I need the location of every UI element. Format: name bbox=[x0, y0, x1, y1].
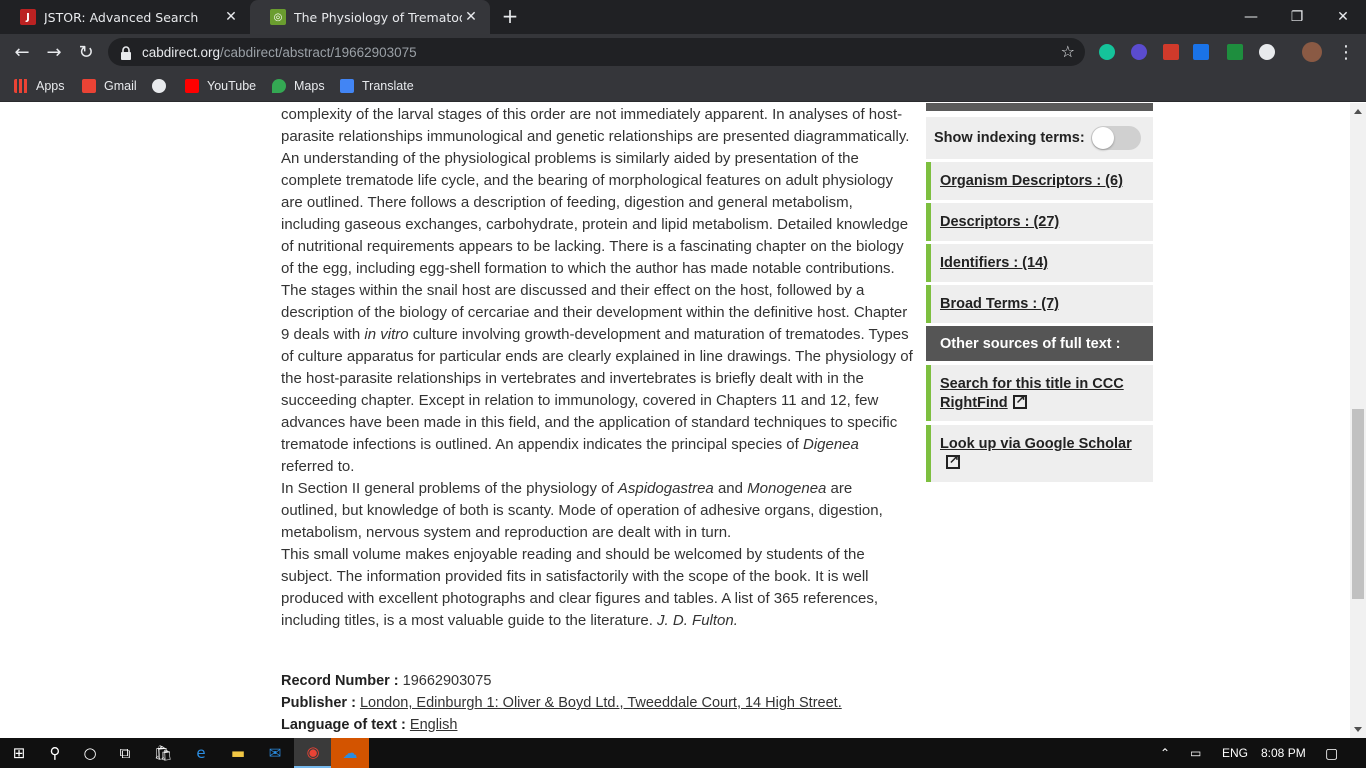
jstor-favicon-icon: J bbox=[20, 9, 36, 25]
record-number: Record Number : 19662903075 bbox=[281, 673, 492, 689]
bookmark-apps[interactable]: Apps bbox=[14, 76, 65, 96]
google-scholar-link[interactable]: Look up via Google Scholar bbox=[926, 425, 1153, 482]
profile-avatar[interactable] bbox=[1302, 42, 1322, 62]
page-scrollbar[interactable] bbox=[1350, 103, 1366, 738]
lock-icon bbox=[120, 45, 132, 60]
indexing-toggle[interactable] bbox=[1091, 126, 1141, 150]
file-explorer-icon[interactable]: ▬ bbox=[219, 738, 257, 768]
classroom-extension-icon[interactable] bbox=[1227, 44, 1243, 60]
facet-identifiers[interactable]: Identifiers : (14) bbox=[926, 244, 1153, 282]
start-icon[interactable]: ⊞ bbox=[0, 738, 38, 768]
record-metadata: Record Number : 19662903075 Publisher : … bbox=[281, 670, 913, 736]
show-indexing-terms: Show indexing terms: bbox=[926, 117, 1153, 159]
search-icon[interactable]: ⚲ bbox=[36, 738, 74, 768]
back-icon[interactable]: ← bbox=[8, 38, 36, 66]
bookmark-translate[interactable]: Translate bbox=[340, 76, 414, 96]
extension-icon[interactable] bbox=[1131, 44, 1147, 60]
windows-taskbar: ⊞ ⚲ ○ ⧉ 🛍 e ▬ ✉ ◉ ☁ ⌃ ▭ ENG 8:08 PM ▢ bbox=[0, 738, 1366, 768]
gmail-icon bbox=[82, 79, 96, 93]
reload-icon[interactable]: ↻ bbox=[72, 38, 100, 66]
restore-icon[interactable]: ❐ bbox=[1274, 0, 1320, 34]
language-indicator[interactable]: ENG bbox=[1222, 738, 1248, 768]
maps-pin-icon bbox=[272, 79, 286, 93]
onedrive-icon[interactable]: ☁ bbox=[331, 738, 369, 768]
close-tab-icon[interactable]: ✕ bbox=[222, 9, 240, 25]
scroll-up-icon[interactable] bbox=[1354, 109, 1362, 114]
publisher-link[interactable]: London, Edinburgh 1: Oliver & Boyd Ltd.,… bbox=[360, 695, 842, 711]
address-bar[interactable]: cabdirect.org/cabdirect/abstract/1966290… bbox=[108, 38, 1085, 66]
language-link[interactable]: English bbox=[410, 717, 458, 733]
cortana-icon[interactable]: ○ bbox=[71, 738, 109, 768]
external-link-icon bbox=[1012, 390, 1027, 409]
menu-icon[interactable]: ⋮ bbox=[1332, 38, 1360, 66]
bookmark-extension-icon[interactable] bbox=[1163, 44, 1179, 60]
abstract-paragraph: This small volume makes enjoyable readin… bbox=[281, 546, 879, 629]
cab-favicon-icon: ◎ bbox=[270, 9, 286, 25]
scrollbar-thumb[interactable] bbox=[1352, 409, 1364, 599]
bookmark-youtube[interactable]: YouTube bbox=[185, 76, 256, 96]
task-view-icon[interactable]: ⧉ bbox=[106, 738, 144, 768]
external-link-icon bbox=[946, 450, 960, 469]
notifications-icon[interactable]: ▢ bbox=[1325, 738, 1338, 768]
translate-icon bbox=[340, 79, 354, 93]
store-icon[interactable]: 🛍 bbox=[144, 738, 182, 768]
bookmark-gmail[interactable]: Gmail bbox=[82, 76, 137, 96]
youtube-icon bbox=[185, 79, 199, 93]
facet-descriptors[interactable]: Descriptors : (27) bbox=[926, 203, 1153, 241]
page-content: complexity of the larval stages of this … bbox=[0, 103, 1350, 738]
other-sources-header: Other sources of full text : bbox=[926, 326, 1153, 361]
mail-icon[interactable]: ✉ bbox=[256, 738, 294, 768]
abstract-text: complexity of the larval stages of this … bbox=[281, 104, 913, 632]
new-extension-icon[interactable] bbox=[1193, 44, 1209, 60]
forward-icon[interactable]: → bbox=[40, 38, 68, 66]
abstract-paragraph: In Section II general problems of the ph… bbox=[281, 480, 883, 541]
bookmark-star-icon[interactable]: ☆ bbox=[1061, 42, 1075, 61]
close-tab-icon[interactable]: ✕ bbox=[462, 9, 480, 25]
tab-strip: J JSTOR: Advanced Search ✕ ◎ The Physiol… bbox=[0, 0, 1366, 34]
close-window-icon[interactable]: ✕ bbox=[1320, 0, 1366, 34]
browser-toolbar: ← → ↻ cabdirect.org/cabdirect/abstract/1… bbox=[0, 34, 1366, 70]
chrome-taskbar-icon[interactable]: ◉ bbox=[294, 738, 332, 768]
tab-jstor[interactable]: J JSTOR: Advanced Search ✕ bbox=[0, 0, 250, 34]
new-tab-icon[interactable]: + bbox=[498, 5, 522, 29]
tab-title: The Physiology of Trematodes. bbox=[294, 9, 462, 25]
tray-chevron-icon[interactable]: ⌃ bbox=[1160, 738, 1170, 768]
apps-grid-icon bbox=[14, 79, 28, 93]
toggle-knob bbox=[1092, 127, 1114, 149]
facet-organism-descriptors[interactable]: Organism Descriptors : (6) bbox=[926, 162, 1153, 200]
bookmarks-bar: Apps Gmail YouTube Maps Translate bbox=[0, 70, 1366, 102]
edge-icon[interactable]: e bbox=[182, 738, 220, 768]
clock[interactable]: 8:08 PM bbox=[1261, 738, 1306, 768]
network-icon[interactable]: ▭ bbox=[1190, 738, 1201, 768]
tab-physiology[interactable]: ◎ The Physiology of Trematodes. ✕ bbox=[250, 0, 490, 34]
language: Language of text : English bbox=[281, 717, 458, 733]
publisher: Publisher : London, Edinburgh 1: Oliver … bbox=[281, 695, 842, 711]
speed-extension-icon[interactable] bbox=[1259, 44, 1275, 60]
url-text: cabdirect.org/cabdirect/abstract/1966290… bbox=[142, 44, 417, 60]
scroll-down-icon[interactable] bbox=[1354, 727, 1362, 732]
grammarly-extension-icon[interactable] bbox=[1099, 44, 1115, 60]
bookmark-maps[interactable]: Maps bbox=[272, 76, 325, 96]
minimize-icon[interactable]: — bbox=[1228, 0, 1274, 34]
ccc-rightfind-link[interactable]: Search for this title in CCC RightFind bbox=[926, 365, 1153, 421]
sidebar-header-bar bbox=[926, 103, 1153, 111]
bookmark-globe[interactable] bbox=[152, 76, 174, 96]
tab-title: JSTOR: Advanced Search bbox=[44, 9, 199, 25]
facet-broad-terms[interactable]: Broad Terms : (7) bbox=[926, 285, 1153, 323]
abstract-paragraph: complexity of the larval stages of this … bbox=[281, 106, 913, 475]
globe-icon bbox=[152, 79, 166, 93]
